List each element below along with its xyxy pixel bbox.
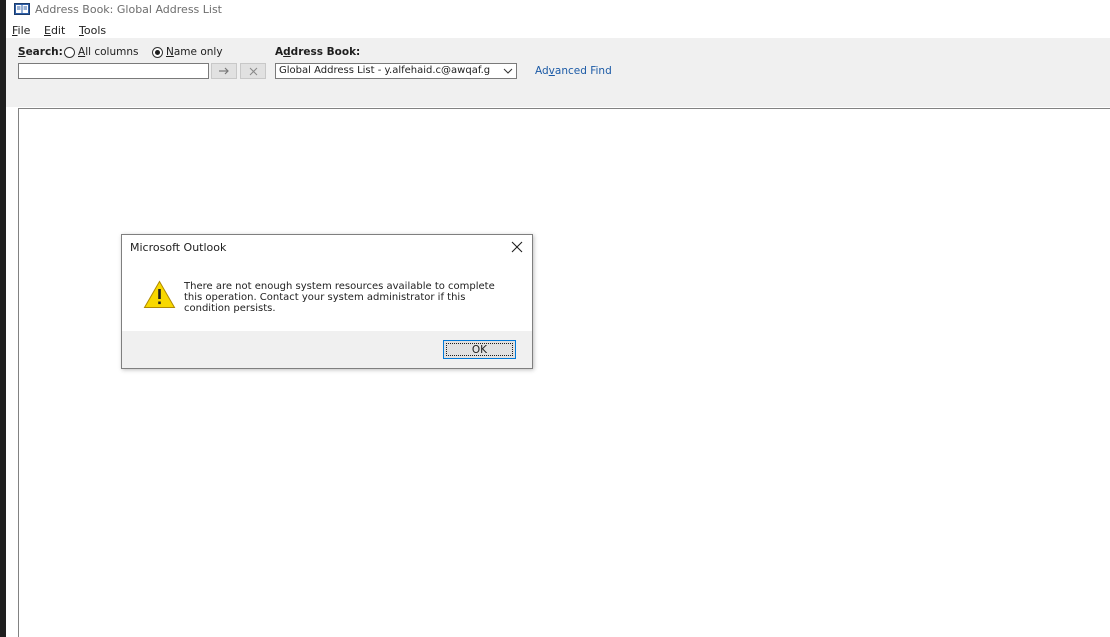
search-label: Search: xyxy=(18,46,63,58)
close-icon xyxy=(249,67,257,75)
search-input[interactable] xyxy=(18,63,209,79)
address-list-area[interactable] xyxy=(18,108,1110,637)
address-book-label-pre: A xyxy=(275,46,284,58)
radio-all-columns-label: All columns xyxy=(78,46,138,58)
radio-name-only-mnemonic: N xyxy=(166,46,174,58)
dialog-title: Microsoft Outlook xyxy=(130,241,227,254)
error-dialog: Microsoft Outlook There are not enough s… xyxy=(121,234,533,369)
radio-name-only-text: ame only xyxy=(173,46,223,58)
ok-button[interactable]: OK xyxy=(443,340,516,359)
menu-edit[interactable]: Edit xyxy=(44,24,65,37)
radio-all-columns[interactable]: All columns xyxy=(64,45,138,59)
ok-button-focus-ring xyxy=(446,343,513,356)
advanced-find-link[interactable]: Advanced Find xyxy=(535,65,612,77)
address-book-selected-value: Global Address List - y.alfehaid.c@awqaf… xyxy=(279,65,491,76)
warning-icon xyxy=(143,280,176,308)
radio-name-only[interactable]: Name only xyxy=(152,45,223,59)
chevron-down-icon xyxy=(503,68,513,74)
dialog-message: There are not enough system resources av… xyxy=(184,281,495,314)
radio-all-columns-circle[interactable] xyxy=(64,46,75,58)
dialog-footer: OK xyxy=(122,331,532,368)
menu-file-label: ile xyxy=(17,24,31,37)
menu-edit-mnemonic: E xyxy=(44,24,51,37)
search-label-text: earch: xyxy=(25,46,63,58)
address-book-icon xyxy=(14,3,30,15)
arrow-right-icon xyxy=(219,67,229,75)
menu-edit-label: dit xyxy=(50,24,66,37)
search-toolbar: Search: All columns Name only Address Bo… xyxy=(6,38,1110,107)
radio-name-only-label: Name only xyxy=(166,46,223,58)
advanced-find-pre: Ad xyxy=(535,65,549,77)
radio-name-only-circle[interactable] xyxy=(152,46,163,58)
search-go-button[interactable] xyxy=(211,63,237,79)
close-icon[interactable] xyxy=(510,240,524,254)
radio-all-columns-text: ll columns xyxy=(85,46,139,58)
title-bar: Address Book: Global Address List xyxy=(6,0,1110,19)
search-clear-button[interactable] xyxy=(240,63,266,79)
menu-tools-label: ools xyxy=(83,24,107,37)
address-book-label-mnemonic: d xyxy=(283,46,291,58)
menu-file[interactable]: File xyxy=(12,24,30,37)
address-book-select[interactable]: Global Address List - y.alfehaid.c@awqaf… xyxy=(275,63,517,79)
window-title: Address Book: Global Address List xyxy=(35,3,222,16)
advanced-find-text: anced Find xyxy=(554,65,612,77)
address-book-label-text: dress Book: xyxy=(290,46,361,58)
search-label-mnemonic: S xyxy=(18,46,26,58)
address-book-label: Address Book: xyxy=(275,46,360,58)
menu-tools[interactable]: Tools xyxy=(79,24,106,37)
